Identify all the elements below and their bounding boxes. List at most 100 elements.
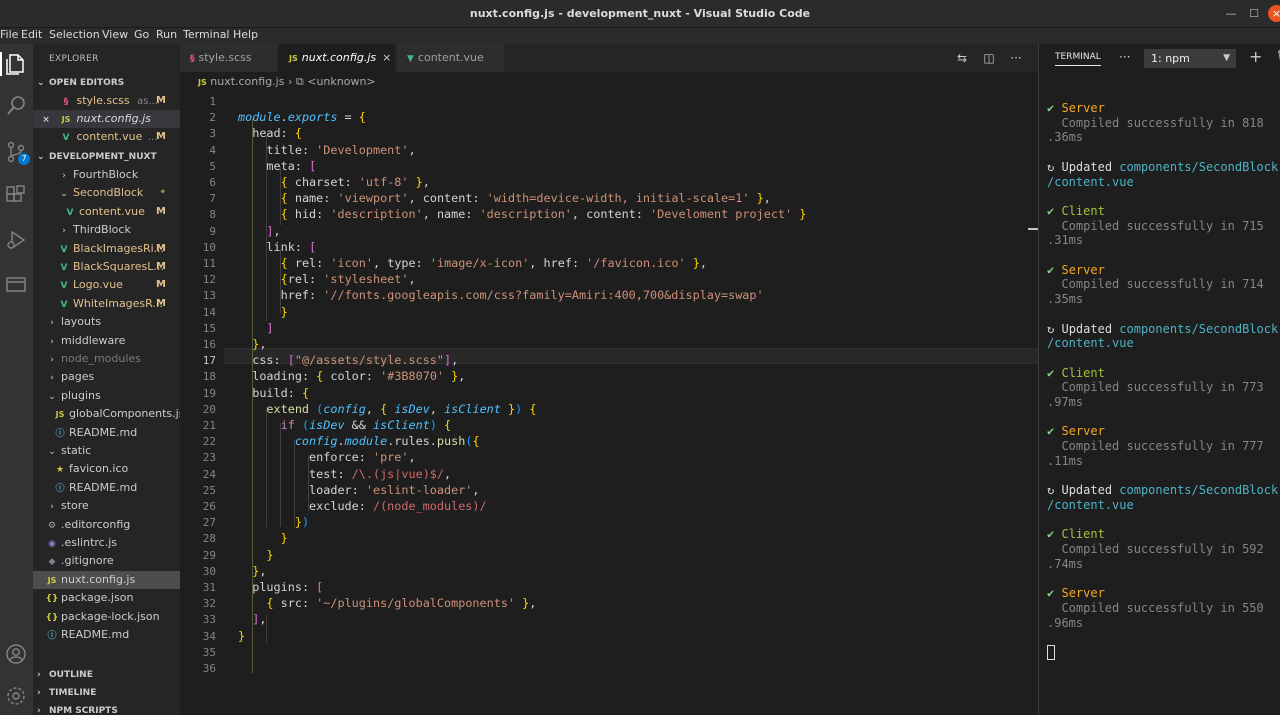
chevron-down-icon: ⌄ (60, 189, 68, 200)
tree-item[interactable]: ★ favicon.ico (33, 460, 180, 478)
menu-run[interactable]: Run (156, 28, 177, 42)
breadcrumb-symbol-icon: ⧉ (295, 75, 304, 88)
tree-item[interactable]: › node_modules (33, 350, 180, 368)
accounts-icon[interactable] (4, 642, 28, 666)
explorer-icon[interactable] (0, 52, 28, 76)
line-number: 19 (202, 386, 216, 400)
vue-icon: V (60, 281, 68, 292)
terminal-tab[interactable]: TERMINAL (1055, 52, 1101, 66)
tree-item[interactable]: ◉ .eslintrc.js (33, 534, 180, 552)
line-number: 10 (202, 240, 216, 254)
tab-style-scss[interactable]: § style.scss (180, 44, 278, 72)
tree-item[interactable]: ⓘ README.md (33, 626, 180, 644)
tree-item[interactable]: › pages (33, 368, 180, 386)
tree-item[interactable]: JS nuxt.config.js (33, 570, 180, 589)
extensions-icon[interactable] (4, 184, 28, 208)
code-editor[interactable]: 1 2 module.exports = {3 head: {4 title: 'D… (180, 92, 1038, 715)
tree-item[interactable]: Vcontent.vue M (33, 203, 180, 221)
menu-edit[interactable]: Edit (21, 28, 42, 42)
close-window-button[interactable]: × (1268, 5, 1280, 22)
close-tab-icon[interactable]: × (382, 51, 391, 64)
tree-item[interactable]: › layouts (33, 313, 180, 331)
tree-item[interactable]: V Logo.vue M (33, 276, 180, 294)
eslint-icon: ◉ (48, 539, 56, 549)
tree-item-label: README.md (61, 628, 130, 641)
chevron-right-icon: › (37, 688, 41, 698)
menu-go[interactable]: Go (134, 28, 149, 42)
run-debug-icon[interactable] (4, 228, 28, 252)
chevron-down-icon: ⌄ (37, 152, 45, 162)
editor-tabs: § style.scss JS nuxt.config.js × ▼ content.v… (180, 44, 1038, 72)
close-editor-icon[interactable]: × (33, 111, 59, 128)
terminal-panel: TERMINAL ··· 1: npm ▼ + 🗑 ✔ Server Compi… (1039, 44, 1280, 715)
tree-item[interactable]: ⚙ .editorconfig (33, 516, 180, 534)
menu-bar: File Edit Selection View Go Run Terminal… (0, 28, 1280, 44)
tree-item-label: FourthBlock (73, 168, 139, 181)
modified-indicator: • (159, 187, 166, 199)
open-editor-style-scss[interactable]: § style.scss as... M (33, 92, 180, 110)
tree-item[interactable]: › store (33, 497, 180, 515)
source-control-icon[interactable]: 7 (4, 140, 30, 165)
code-line: ], (266, 223, 281, 238)
tree-item[interactable]: ◆ .gitignore (33, 552, 180, 570)
code-line: test: /\.(js|vue)$/, (309, 466, 452, 481)
chevron-down-icon: ⌄ (48, 447, 56, 457)
menu-file[interactable]: File (0, 28, 18, 42)
minimize-button[interactable]: — (1222, 5, 1240, 23)
terminal-line: Compiled successfully in 773 (1047, 380, 1264, 395)
tree-item[interactable]: ⌄ plugins (33, 387, 180, 405)
tree-item[interactable]: V BlackImagesRi... M (33, 240, 180, 258)
npm-scripts-section[interactable]: › NPM SCRIPTS (33, 702, 180, 715)
project-section[interactable]: ⌄ DEVELOPMENT_NUXT (33, 148, 180, 166)
terminal-line: ↻ Updated components/SecondBlock (1047, 483, 1279, 498)
tree-item[interactable]: › ThirdBlock (33, 221, 180, 239)
tab-nuxt-config[interactable]: JS nuxt.config.js × (279, 44, 396, 72)
tree-item[interactable]: V WhiteImagesR... M (33, 295, 180, 313)
tree-item[interactable]: ⌄ static (33, 442, 180, 460)
terminal-more-icon[interactable]: ··· (1119, 50, 1130, 64)
outline-section[interactable]: › OUTLINE (33, 666, 180, 684)
code-line: loading: { color: '#3B8070' }, (252, 369, 466, 384)
code-line: plugins: [ (252, 580, 324, 594)
terminal-line: ✔ Server (1047, 101, 1105, 115)
tree-item[interactable]: V BlackSquaresL... M (33, 258, 180, 276)
scss-icon: § (63, 97, 69, 107)
tree-item[interactable]: ⓘ README.md (33, 479, 180, 497)
breadcrumb-symbol[interactable]: <unknown> (307, 75, 375, 88)
terminal-shell-select[interactable]: 1: npm ▼ (1144, 49, 1236, 68)
menu-terminal[interactable]: Terminal (183, 28, 230, 42)
tree-item[interactable]: › FourthBlock (33, 166, 180, 184)
tab-content-vue[interactable]: ▼ content.vue (397, 44, 505, 72)
tree-item-label: WhiteImagesR... (73, 296, 163, 310)
indent-guide (280, 249, 281, 313)
kill-terminal-icon[interactable]: 🗑 (1276, 49, 1280, 63)
tree-item[interactable]: › middleware (33, 332, 180, 350)
menu-help[interactable]: Help (233, 28, 258, 42)
remote-explorer-icon[interactable] (4, 272, 28, 296)
settings-gear-icon[interactable] (4, 684, 28, 708)
tree-item[interactable]: ⓘ README.md (33, 424, 180, 442)
tree-item[interactable]: {} package.json (33, 589, 180, 607)
tree-item[interactable]: {} package-lock.json (33, 608, 180, 626)
open-changes-icon[interactable]: ⇆ (954, 50, 970, 66)
line-number: 13 (202, 289, 216, 303)
timeline-section[interactable]: › TIMELINE (33, 684, 180, 702)
more-actions-icon[interactable]: ··· (1008, 50, 1024, 66)
line-number: 7 (209, 192, 216, 206)
info-icon: ⓘ (55, 428, 65, 439)
open-editor-content-vue[interactable]: V content.vue ... M (33, 128, 180, 146)
open-editors-section[interactable]: ⌄ OPEN EDITORS (33, 74, 180, 92)
search-icon[interactable] (4, 94, 28, 118)
line-number: 9 (209, 224, 216, 238)
split-editor-icon[interactable]: ◫ (981, 50, 997, 66)
code-line: } (238, 628, 246, 643)
menu-selection[interactable]: Selection (49, 28, 100, 42)
tree-item[interactable]: JS globalComponents.js (33, 405, 180, 423)
new-terminal-icon[interactable]: + (1249, 47, 1262, 66)
tree-item[interactable]: ⌄ SecondBlock • (33, 184, 180, 202)
open-editor-nuxt-config[interactable]: × JS nuxt.config.js (33, 110, 180, 128)
breadcrumb-file[interactable]: nuxt.config.js (210, 75, 284, 88)
vue-icon: V (60, 263, 68, 273)
maximize-button[interactable]: ☐ (1245, 5, 1263, 23)
menu-view[interactable]: View (102, 28, 128, 42)
